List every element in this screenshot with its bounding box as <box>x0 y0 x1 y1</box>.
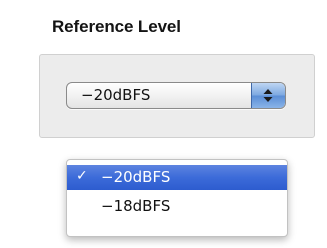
checkmark-icon: ✓ <box>76 168 88 184</box>
menu-item-label: −18dBFS <box>101 197 171 215</box>
menu-item-minus-18dbfs[interactable]: −18dBFS <box>67 194 287 219</box>
popup-selected-value: −20dBFS <box>81 86 151 104</box>
reference-level-popup[interactable]: −20dBFS <box>66 82 286 109</box>
menu-item-label: −20dBFS <box>101 168 171 186</box>
up-down-arrows-icon <box>251 83 285 108</box>
reference-level-menu: ✓ −20dBFS −18dBFS <box>66 159 288 237</box>
section-title: Reference Level <box>52 17 181 36</box>
menu-item-minus-20dbfs[interactable]: ✓ −20dBFS <box>67 165 287 190</box>
